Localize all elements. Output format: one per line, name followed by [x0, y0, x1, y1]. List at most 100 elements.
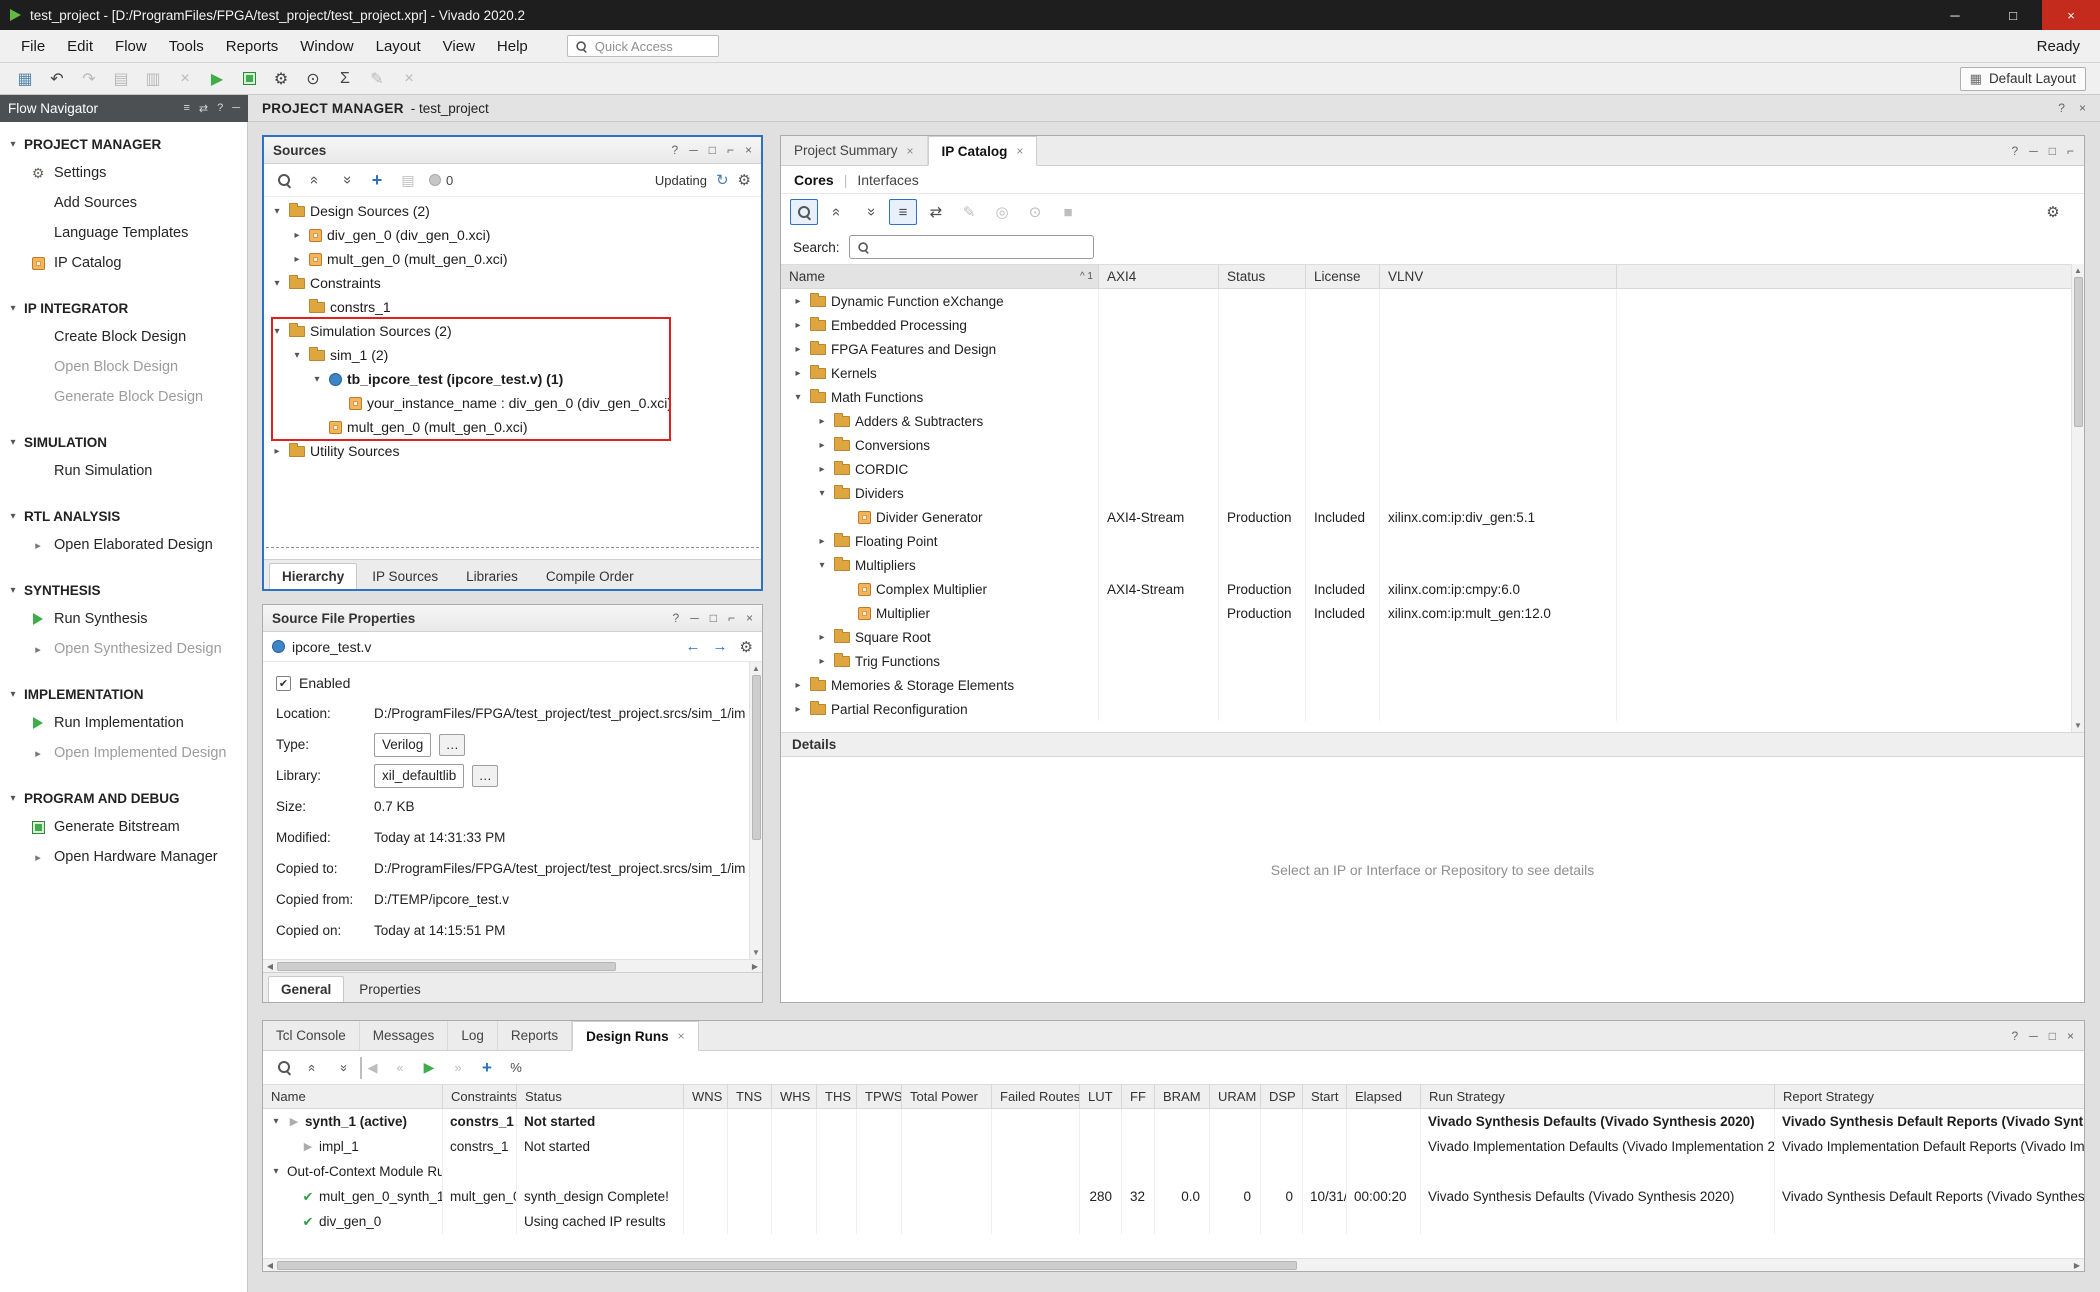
catalog-search-input[interactable]: [849, 235, 1094, 259]
chevron-right-icon[interactable]: ▸: [290, 230, 304, 241]
minimize-icon[interactable]: ─: [2029, 1029, 2038, 1043]
source-tree-item-div-gen-0-div-gen-0-xci[interactable]: ▸div_gen_0 (div_gen_0.xci): [264, 223, 761, 247]
maximize-icon[interactable]: □: [710, 611, 717, 625]
run-row-div-gen-0[interactable]: ✔div_gen_0Using cached IP results: [263, 1209, 2084, 1234]
chevron-down-icon[interactable]: ▾: [815, 488, 829, 499]
source-tree-item-your-instance-name-div-gen-0-div-gen-0-xci[interactable]: your_instance_name : div_gen_0 (div_gen_…: [264, 391, 761, 415]
window-close-button[interactable]: ×: [2042, 0, 2100, 30]
catalog-row-conversions[interactable]: ▸Conversions: [781, 433, 2084, 457]
catalog-row-embedded-processing[interactable]: ▸Embedded Processing: [781, 313, 2084, 337]
column-header-failed-routes[interactable]: Failed Routes: [992, 1085, 1080, 1108]
chevron-right-icon[interactable]: ▸: [815, 536, 829, 547]
catalog-row-dynamic-function-exchange[interactable]: ▸Dynamic Function eXchange: [781, 289, 2084, 313]
chevron-right-icon[interactable]: ▸: [270, 446, 284, 457]
collapse-all-icon[interactable]: «: [824, 198, 850, 226]
close-icon[interactable]: ×: [745, 143, 752, 157]
catalog-row-multiplier[interactable]: MultiplierProductionIncludedxilinx.com:i…: [781, 601, 2084, 625]
sources-tab-ip-sources[interactable]: IP Sources: [359, 563, 451, 589]
catalog-row-square-root[interactable]: ▸Square Root: [781, 625, 2084, 649]
nav-settings-icon[interactable]: ≡: [183, 102, 189, 115]
scroll-left-icon[interactable]: ◀: [263, 960, 277, 972]
create-run-icon[interactable]: +: [476, 1057, 498, 1079]
browse-button[interactable]: …: [472, 765, 498, 787]
run-row-impl-1[interactable]: ▶impl_1constrs_1Not startedVivado Implem…: [263, 1134, 2084, 1159]
source-tree-item-simulation-sources-2[interactable]: ▾Simulation Sources (2): [264, 319, 761, 343]
column-header-ths[interactable]: THS: [817, 1085, 857, 1108]
taxonomy-icon[interactable]: ⇄: [922, 199, 950, 225]
source-tree-item-constraints[interactable]: ▾Constraints: [264, 271, 761, 295]
flow-nav-item-language-templates[interactable]: Language Templates: [0, 218, 247, 248]
flow-nav-header-program-and-debug[interactable]: ▾PROGRAM AND DEBUG: [0, 784, 247, 812]
column-header-run-strategy[interactable]: Run Strategy: [1421, 1085, 1775, 1108]
gear-icon[interactable]: ⚙: [740, 638, 753, 656]
catalog-row-cordic[interactable]: ▸CORDIC: [781, 457, 2084, 481]
catalog-row-dividers[interactable]: ▾Dividers: [781, 481, 2084, 505]
float-icon[interactable]: ⌐: [728, 611, 735, 625]
vertical-scrollbar[interactable]: ▲ ▼: [2071, 264, 2084, 732]
chevron-down-icon[interactable]: ▾: [791, 392, 805, 403]
chevron-right-icon[interactable]: ▸: [815, 656, 829, 667]
sigma-icon[interactable]: Σ: [330, 66, 360, 92]
column-header-name[interactable]: Name: [263, 1085, 443, 1108]
maximize-icon[interactable]: □: [2049, 1029, 2056, 1043]
console-tab-log[interactable]: Log: [448, 1021, 498, 1050]
chevron-down-icon[interactable]: ▾: [815, 560, 829, 571]
menu-window[interactable]: Window: [289, 38, 364, 55]
horizontal-scrollbar[interactable]: ◀ ▶: [263, 959, 762, 972]
column-header-whs[interactable]: WHS: [772, 1085, 817, 1108]
source-tree-item-design-sources-2[interactable]: ▾Design Sources (2): [264, 199, 761, 223]
catalog-row-complex-multiplier[interactable]: Complex MultiplierAXI4-StreamProductionI…: [781, 577, 2084, 601]
chevron-down-icon[interactable]: ▾: [290, 350, 304, 361]
scroll-down-icon[interactable]: ▼: [750, 946, 762, 959]
run-row-mult-gen-0-synth-1[interactable]: ✔mult_gen_0_synth_1mult_gen_0synth_desig…: [263, 1184, 2084, 1209]
nav-help-icon[interactable]: ?: [217, 102, 223, 115]
properties-panel-header[interactable]: Source File Properties ? ─ □ ⌐ ×: [263, 605, 762, 632]
help-icon[interactable]: ?: [2058, 101, 2065, 115]
flow-nav-item-settings[interactable]: ⚙Settings: [0, 158, 247, 188]
refresh-icon[interactable]: ↻: [716, 171, 729, 189]
properties-tab-properties[interactable]: Properties: [346, 976, 434, 1002]
column-header-name[interactable]: Name^ 1: [781, 265, 1099, 288]
column-header-wns[interactable]: WNS: [684, 1085, 728, 1108]
chevron-right-icon[interactable]: ▸: [815, 416, 829, 427]
column-header-bram[interactable]: BRAM: [1155, 1085, 1210, 1108]
menu-reports[interactable]: Reports: [215, 38, 290, 55]
scroll-right-icon[interactable]: ▶: [2070, 1259, 2084, 1271]
catalog-row-multipliers[interactable]: ▾Multipliers: [781, 553, 2084, 577]
gear-icon[interactable]: ⚙: [2039, 199, 2067, 225]
add-sources-icon[interactable]: +: [367, 170, 387, 190]
window-minimize-button[interactable]: ─: [1926, 0, 1984, 30]
catalog-row-floating-point[interactable]: ▸Floating Point: [781, 529, 2084, 553]
percent-icon[interactable]: %: [505, 1057, 527, 1079]
horizontal-scrollbar[interactable]: ◀ ▶: [263, 1258, 2084, 1271]
flow-nav-header-project-manager[interactable]: ▾PROJECT MANAGER: [0, 130, 247, 158]
source-tree-item-tb-ipcore-test-ipcore-test-v-1[interactable]: ▾tb_ipcore_test (ipcore_test.v) (1): [264, 367, 761, 391]
vertical-scrollbar[interactable]: ▲ ▼: [749, 662, 762, 959]
launch-run-icon[interactable]: ▶: [418, 1057, 440, 1079]
help-icon[interactable]: ?: [2012, 144, 2019, 158]
scroll-up-icon[interactable]: ▲: [2072, 264, 2084, 277]
program-device-icon[interactable]: [234, 66, 264, 92]
help-icon[interactable]: ?: [672, 143, 679, 157]
sources-panel-header[interactable]: Sources ? ─ □ ⌐ ×: [264, 137, 761, 164]
editor-tab-project-summary[interactable]: Project Summary×: [781, 136, 928, 165]
search-icon[interactable]: [273, 1057, 295, 1079]
close-icon[interactable]: ×: [746, 611, 753, 625]
nav-minimize-icon[interactable]: ─: [232, 102, 240, 115]
scroll-left-icon[interactable]: ◀: [263, 1259, 277, 1271]
catalog-row-fpga-features-and-design[interactable]: ▸FPGA Features and Design: [781, 337, 2084, 361]
browse-button[interactable]: …: [439, 734, 465, 756]
help-icon[interactable]: ?: [2012, 1029, 2019, 1043]
column-header-status[interactable]: Status: [1219, 265, 1306, 288]
run-row-synth-1-active[interactable]: ▾▶synth_1 (active)constrs_1Not startedVi…: [263, 1109, 2084, 1134]
column-header-axi4[interactable]: AXI4: [1099, 265, 1219, 288]
chevron-down-icon[interactable]: ▾: [270, 206, 284, 217]
close-icon[interactable]: ×: [1016, 144, 1023, 158]
flow-nav-header-synthesis[interactable]: ▾SYNTHESIS: [0, 576, 247, 604]
column-header-lut[interactable]: LUT: [1080, 1085, 1122, 1108]
column-header-constraints[interactable]: Constraints: [443, 1085, 517, 1108]
chevron-down-icon[interactable]: ▾: [269, 1166, 283, 1177]
layout-selector[interactable]: ▦ Default Layout: [1960, 67, 2086, 91]
properties-tab-general[interactable]: General: [268, 976, 344, 1002]
column-header-total-power[interactable]: Total Power: [902, 1085, 992, 1108]
